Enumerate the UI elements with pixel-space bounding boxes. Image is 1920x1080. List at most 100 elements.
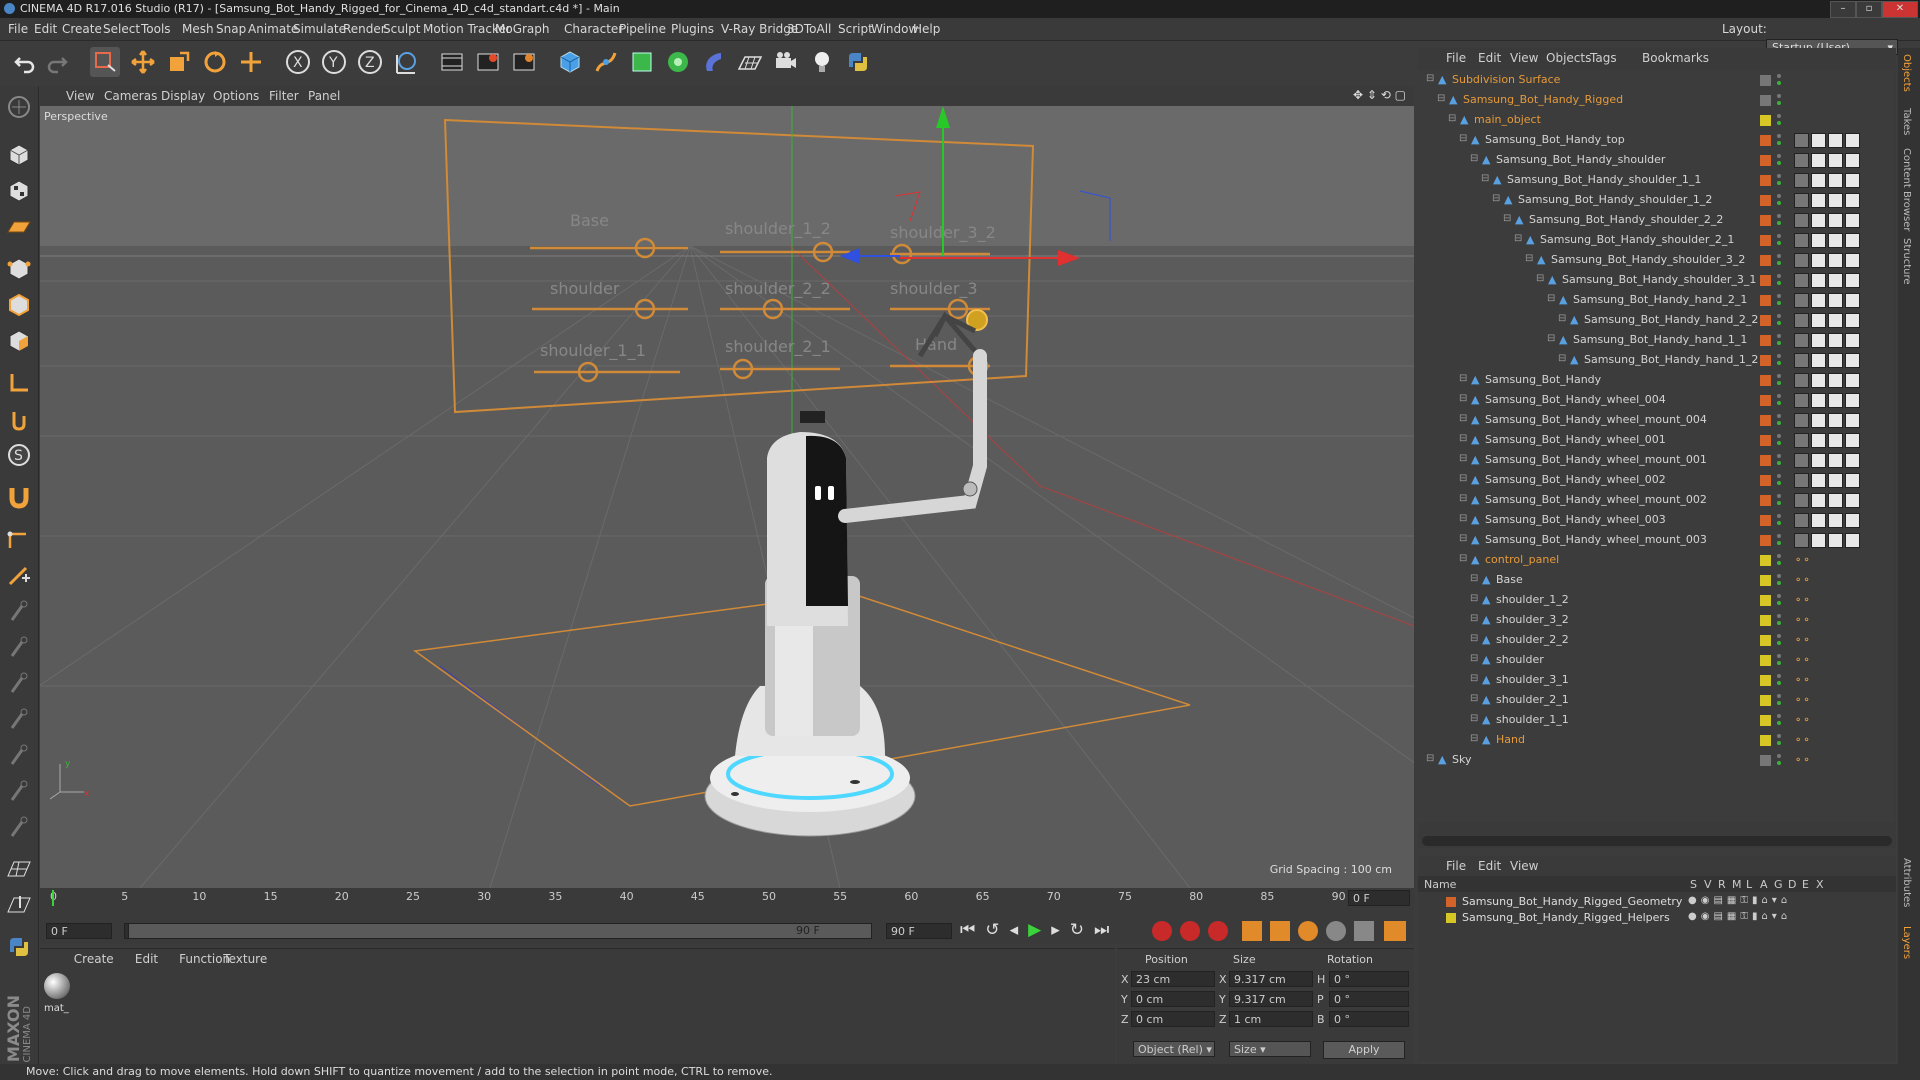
rotation-b-field[interactable]: 0 ° [1329, 1011, 1409, 1027]
tag-icon[interactable] [1828, 313, 1843, 328]
object-row-samsung-bot-handy-wheel-mount-002[interactable]: ⊟ ▲ Samsung_Bot_Handy_wheel_mount_002 [1418, 490, 1894, 510]
layer-color-swatch[interactable] [1760, 95, 1771, 106]
menu-simulate[interactable]: Simulate [293, 22, 346, 36]
tag-icon[interactable] [1845, 373, 1860, 388]
expand-toggle-icon[interactable]: ⊟ [1459, 393, 1467, 404]
object-row-hand[interactable]: ⊟ ▲ Hand ⚬⚬ [1418, 730, 1894, 750]
sculpt-brush-7-icon[interactable] [4, 812, 34, 842]
tag-icon[interactable] [1811, 333, 1826, 348]
xpresso-tag-icon[interactable]: ⚬⚬ [1794, 615, 1811, 626]
xpresso-tag-icon[interactable]: ⚬⚬ [1794, 635, 1811, 646]
object-row-shoulder-3-2[interactable]: ⊟ ▲ shoulder_3_2 ⚬⚬ [1418, 610, 1894, 630]
tag-icon[interactable] [1794, 453, 1809, 468]
tag-icon[interactable] [1828, 393, 1843, 408]
tag-icon[interactable] [1811, 253, 1826, 268]
menu-window[interactable]: Window [871, 22, 918, 36]
tag-icon[interactable] [1811, 533, 1826, 548]
object-row-samsung-bot-handy-wheel-002[interactable]: ⊟ ▲ Samsung_Bot_Handy_wheel_002 [1418, 470, 1894, 490]
menu-sculpt[interactable]: Sculpt [383, 22, 420, 36]
tag-icon[interactable] [1828, 173, 1843, 188]
visibility-dots-icon[interactable] [1776, 313, 1782, 327]
xpresso-tag-icon[interactable]: ⚬⚬ [1794, 755, 1811, 766]
tag-icon[interactable] [1811, 413, 1826, 428]
tag-icon[interactable] [1828, 133, 1843, 148]
tag-icon[interactable] [1811, 453, 1826, 468]
xpresso-tag-icon[interactable]: ⚬⚬ [1794, 675, 1811, 686]
tag-icon[interactable] [1811, 433, 1826, 448]
make-editable-icon[interactable] [4, 92, 34, 122]
object-row-samsung-bot-handy-top[interactable]: ⊟ ▲ Samsung_Bot_Handy_top [1418, 130, 1894, 150]
tag-icon[interactable] [1828, 373, 1843, 388]
tag-icon[interactable] [1811, 293, 1826, 308]
menu-render[interactable]: Render [343, 22, 386, 36]
object-row-samsung-bot-handy-hand-2-2[interactable]: ⊟ ▲ Samsung_Bot_Handy_hand_2_2 [1418, 310, 1894, 330]
object-menu-objects[interactable]: Objects [1546, 51, 1591, 65]
size-mode-select[interactable]: Size ▾ [1229, 1041, 1311, 1057]
expand-toggle-icon[interactable]: ⊟ [1470, 613, 1478, 624]
tag-icon[interactable] [1794, 213, 1809, 228]
object-menu-edit[interactable]: Edit [1478, 51, 1501, 65]
minimize-button[interactable]: – [1830, 1, 1856, 18]
layer-color-swatch[interactable] [1760, 675, 1771, 686]
object-row-sky[interactable]: ⊟ ▲ Sky ⚬⚬ [1418, 750, 1894, 770]
record-icon[interactable] [1152, 921, 1172, 941]
visibility-dots-icon[interactable] [1776, 73, 1782, 87]
layer-color-swatch[interactable] [1760, 755, 1771, 766]
visibility-dots-icon[interactable] [1776, 233, 1782, 247]
xpresso-tag-icon[interactable]: ⚬⚬ [1794, 555, 1811, 566]
viewport-perspective[interactable]: Base shoulder_1_2 shoulder_3_2 shoulder … [40, 106, 1414, 888]
render-view-icon[interactable] [437, 47, 467, 77]
polygons-mode-icon[interactable] [4, 326, 34, 356]
tag-icon[interactable] [1794, 413, 1809, 428]
scale-icon[interactable] [164, 47, 194, 77]
tag-icon[interactable] [1794, 493, 1809, 508]
workplane-icon[interactable] [4, 212, 34, 242]
size-y-field[interactable]: 9.317 cm [1229, 991, 1313, 1007]
tag-icon[interactable] [1828, 473, 1843, 488]
points-mode-icon[interactable] [4, 254, 34, 284]
tag-icon[interactable] [1794, 293, 1809, 308]
tag-icon[interactable] [1794, 473, 1809, 488]
joint-tool-icon[interactable] [4, 524, 34, 554]
edges-mode-icon[interactable] [4, 290, 34, 320]
tag-icon[interactable] [1845, 353, 1860, 368]
sculpt-brush-2-icon[interactable] [4, 632, 34, 662]
visibility-dots-icon[interactable] [1776, 453, 1782, 467]
layer-menu-file[interactable]: File [1446, 859, 1466, 873]
object-row-samsung-bot-handy[interactable]: ⊟ ▲ Samsung_Bot_Handy [1418, 370, 1894, 390]
object-menu-view[interactable]: View [1510, 51, 1538, 65]
tag-icon[interactable] [1828, 453, 1843, 468]
layer-color-swatch[interactable] [1760, 635, 1771, 646]
snap-icon[interactable]: S [4, 440, 34, 470]
expand-toggle-icon[interactable]: ⊟ [1426, 73, 1434, 84]
object-row-samsung-bot-handy-shoulder-3-1[interactable]: ⊟ ▲ Samsung_Bot_Handy_shoulder_3_1 [1418, 270, 1894, 290]
rotation-h-field[interactable]: 0 ° [1329, 971, 1409, 987]
tag-icon[interactable] [1794, 173, 1809, 188]
layer-color-swatch[interactable] [1760, 735, 1771, 746]
x-axis-icon[interactable]: X [283, 47, 313, 77]
object-menu-tags[interactable]: Tags [1590, 51, 1617, 65]
object-horizontal-scrollbar[interactable] [1422, 836, 1892, 846]
layer-color-swatch[interactable] [1446, 897, 1456, 907]
expand-toggle-icon[interactable]: ⊟ [1459, 433, 1467, 444]
tag-icon[interactable] [1845, 193, 1860, 208]
menu-edit[interactable]: Edit [34, 22, 57, 36]
object-row-samsung-bot-handy-shoulder-3-2[interactable]: ⊟ ▲ Samsung_Bot_Handy_shoulder_3_2 [1418, 250, 1894, 270]
play-icon[interactable]: ▶ [1028, 920, 1051, 940]
sculpt-brush-4-icon[interactable] [4, 704, 34, 734]
visibility-dots-icon[interactable] [1776, 513, 1782, 527]
sculpt-brush-3-icon[interactable] [4, 668, 34, 698]
layer-column-d[interactable]: D [1788, 878, 1796, 891]
z-axis-icon[interactable]: Z [355, 47, 385, 77]
model-mode-icon[interactable] [4, 140, 34, 170]
object-row-samsung-bot-handy-shoulder-2-1[interactable]: ⊟ ▲ Samsung_Bot_Handy_shoulder_2_1 [1418, 230, 1894, 250]
floor-icon[interactable] [735, 47, 765, 77]
layer-color-swatch[interactable] [1760, 455, 1771, 466]
grid-lock-icon[interactable] [4, 854, 34, 884]
expand-toggle-icon[interactable]: ⊟ [1459, 493, 1467, 504]
layer-color-swatch[interactable] [1760, 555, 1771, 566]
expand-toggle-icon[interactable]: ⊟ [1470, 673, 1478, 684]
object-row-samsung-bot-handy-rigged[interactable]: ⊟ ▲ Samsung_Bot_Handy_Rigged [1418, 90, 1894, 110]
tag-icon[interactable] [1828, 293, 1843, 308]
visibility-dots-icon[interactable] [1776, 413, 1782, 427]
